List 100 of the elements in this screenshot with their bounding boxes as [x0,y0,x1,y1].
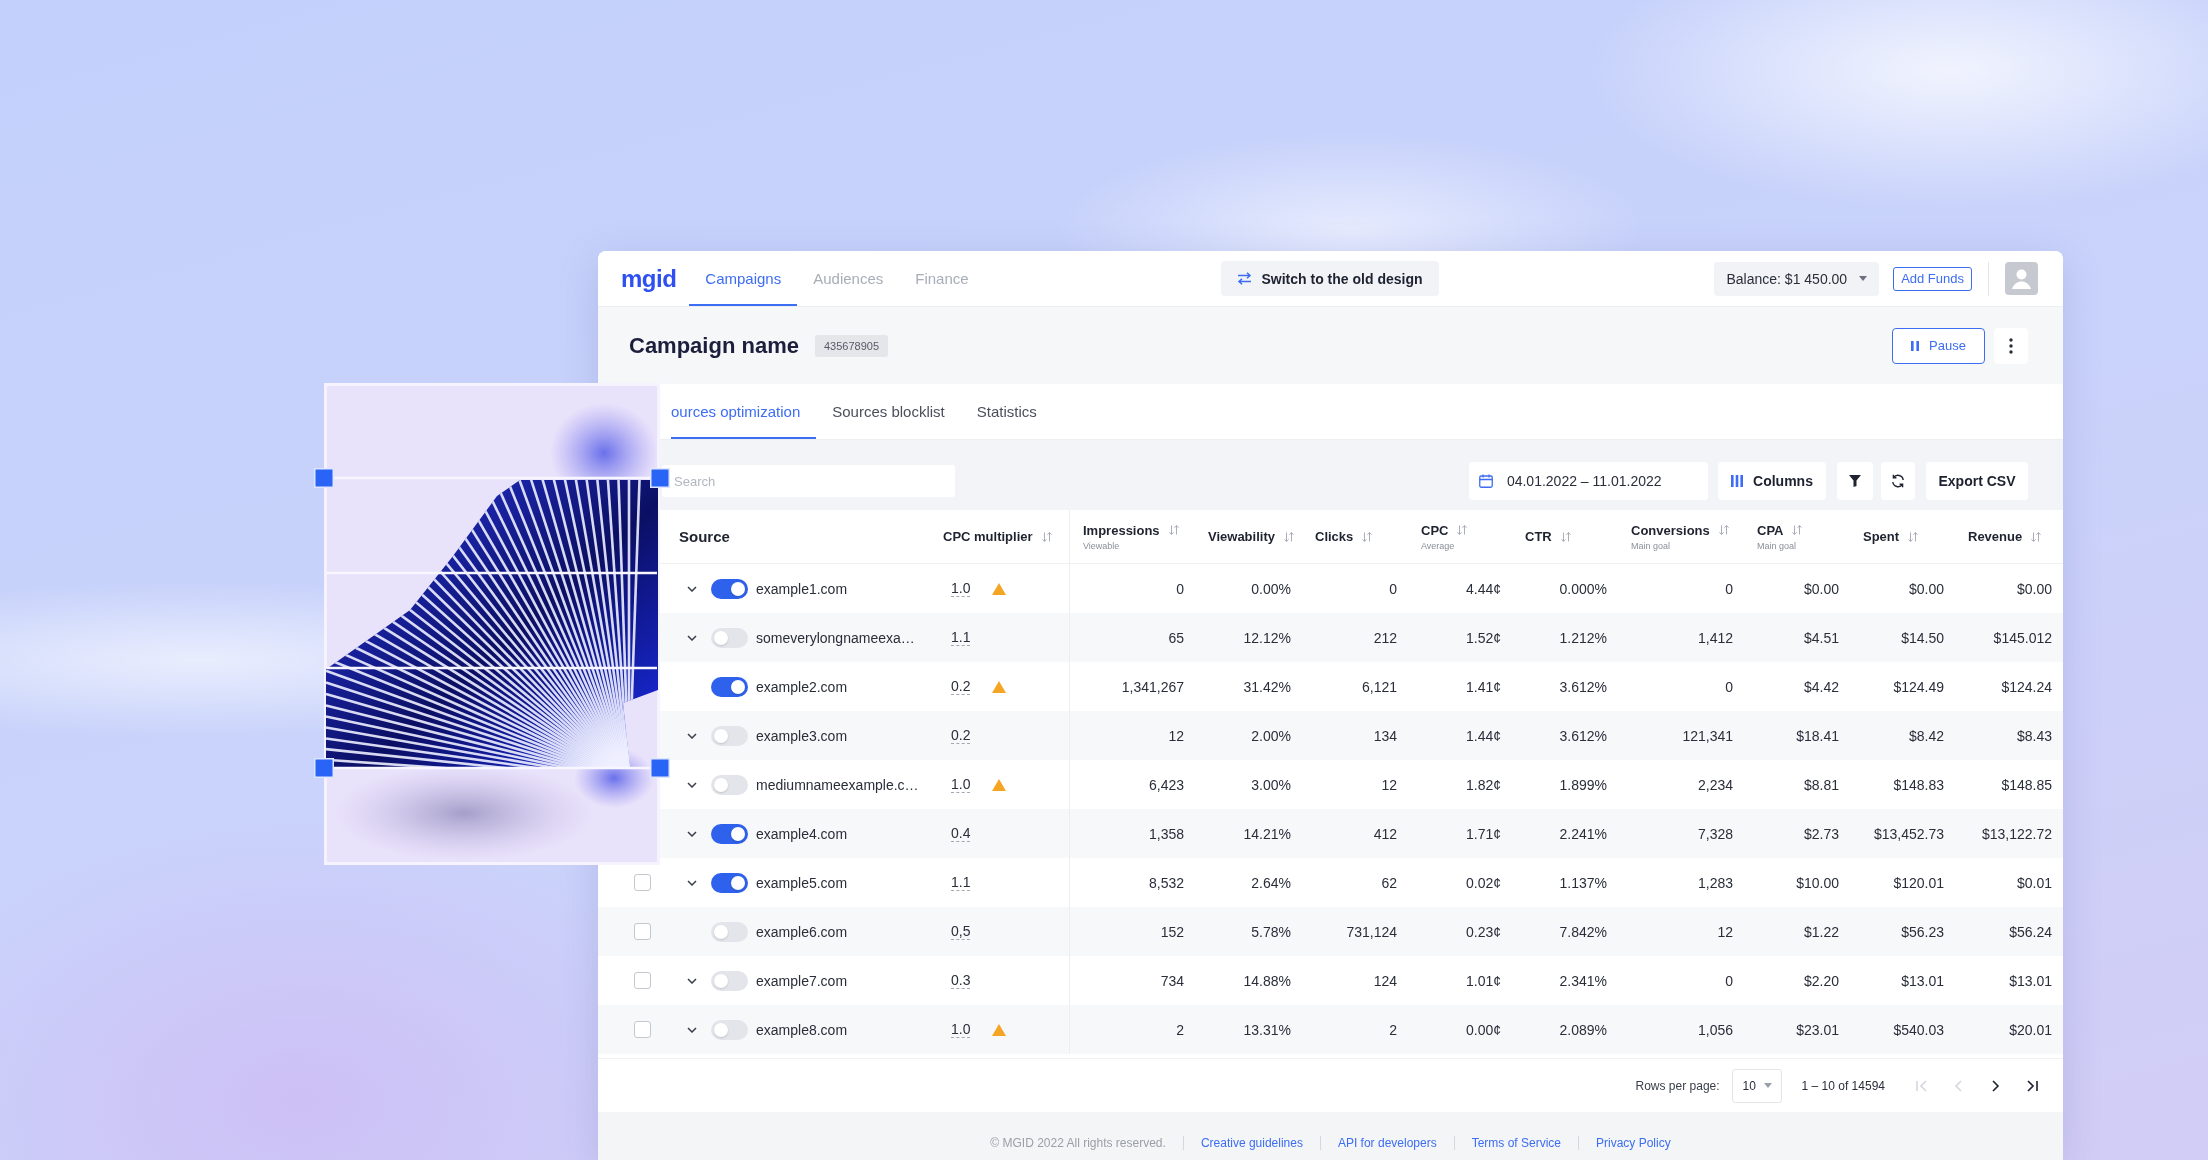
toggle-switch[interactable] [711,970,748,991]
toggle-switch[interactable] [711,1019,748,1040]
pause-button[interactable]: Pause [1892,327,1985,364]
table-cell: 7.842% [1559,923,1607,940]
cpc-multiplier-value[interactable]: 0.2 [951,727,971,744]
toggle-switch[interactable] [711,578,748,599]
refresh-button[interactable] [1881,462,1915,500]
checkbox[interactable] [634,874,651,891]
table-cell: 0.000% [1559,580,1607,597]
cpc-multiplier-value[interactable]: 1.1 [951,874,971,891]
table-cell: 1.52¢ [1465,629,1501,646]
sort-icon[interactable] [1792,525,1803,535]
footer-link[interactable]: API for developers [1337,1136,1437,1150]
cpc-multiplier-value[interactable]: 0,5 [951,923,971,940]
table-cell: 12 [1168,727,1184,744]
toggle-switch[interactable] [711,872,748,893]
source-name: mediumnameexample.c… [756,776,919,793]
table-cell: 124 [1373,972,1397,989]
export-csv-button[interactable]: Export CSV [1926,462,2028,500]
footer-link[interactable]: Terms of Service [1471,1136,1561,1150]
table-cell: 14.88% [1243,972,1291,989]
balance-dropdown[interactable]: Balance: $1 450.00 [1714,261,1880,296]
sort-icon[interactable] [1041,531,1052,542]
tab[interactable]: Sources blocklist [816,384,961,439]
table-cell: $2.20 [1803,972,1839,989]
date-range-field[interactable]: 04.01.2022 – 11.01.2022 [1469,462,1708,500]
toggle-switch[interactable] [711,627,748,648]
add-funds-button[interactable]: Add Funds [1893,266,1972,291]
table-cell: 1.212% [1559,629,1607,646]
source-name: someverylongnameexa… [756,629,915,646]
chevron-down-icon[interactable] [686,781,697,788]
table-cell: 1.41¢ [1465,678,1501,695]
table-cell: $120.01 [1893,874,1944,891]
toggle-switch[interactable] [711,676,748,697]
last-page-icon[interactable] [2027,1079,2038,1092]
chevron-down-icon[interactable] [686,634,697,641]
chevron-down-icon[interactable] [686,1026,697,1033]
table-cell: 2.00% [1251,727,1291,744]
refresh-icon [1891,474,1905,488]
chevron-down-icon[interactable] [686,585,697,592]
cpc-multiplier-value[interactable]: 1.0 [951,1021,971,1038]
table-cell: $2.73 [1803,825,1839,842]
table-cell: $8.43 [2016,727,2052,744]
table-cell: 731,124 [1346,923,1397,940]
cpc-multiplier-value[interactable]: 1.0 [951,776,971,793]
logo[interactable]: mgid [621,266,677,291]
table-cell: 1.899% [1559,776,1607,793]
sort-icon[interactable] [1283,531,1294,542]
table-cell: 8,532 [1148,874,1184,891]
table-cell: 0 [1725,678,1733,695]
column-subheader: Viewable [1083,540,1121,551]
sort-icon[interactable] [1560,531,1571,542]
sort-icon[interactable] [1908,531,1919,542]
chevron-down-icon[interactable] [686,830,697,837]
toggle-switch[interactable] [711,921,748,942]
table-cell: 2,234 [1697,776,1733,793]
table-cell: 12 [1381,776,1397,793]
cpc-multiplier-value[interactable]: 0.3 [951,972,971,989]
toggle-switch[interactable] [711,823,748,844]
table-cell: 0 [1176,580,1184,597]
sort-icon[interactable] [1718,525,1729,535]
table-cell: 6,423 [1148,776,1184,793]
footer-link[interactable]: Creative guidelines [1200,1136,1303,1150]
toggle-switch[interactable] [711,725,748,746]
sort-icon[interactable] [1168,525,1179,535]
sort-icon[interactable] [1362,531,1373,542]
search-field[interactable]: Search [662,465,955,497]
tab[interactable]: Statistics [960,384,1053,439]
sort-icon[interactable] [2031,531,2042,542]
more-button[interactable] [1994,327,2028,364]
filter-button[interactable] [1837,462,1873,500]
next-page-icon[interactable] [1990,1079,2001,1092]
table-cell: $540.03 [1893,1021,1944,1038]
chevron-down-icon[interactable] [686,977,697,984]
rows-per-page-select[interactable]: 10 [1731,1068,1782,1103]
toggle-switch[interactable] [711,774,748,795]
table-cell: $145.012 [1993,629,2052,646]
switch-design-button[interactable]: Switch to the old design [1220,261,1439,296]
sort-icon[interactable] [1457,525,1468,535]
cpc-multiplier-value[interactable]: 0.2 [951,678,971,695]
footer-link[interactable]: Privacy Policy [1596,1136,1671,1150]
cpc-multiplier-value[interactable]: 0.4 [951,825,971,842]
checkbox[interactable] [634,923,651,940]
cpc-multiplier-value[interactable]: 1.1 [951,629,971,646]
chevron-down-icon[interactable] [686,732,697,739]
checkbox[interactable] [634,1021,651,1038]
source-name: example1.com [756,580,848,597]
table-cell: 734 [1160,972,1184,989]
column-header: Source [679,528,730,545]
column-header: Clicks [1315,529,1354,544]
columns-button[interactable]: Columns [1718,462,1826,500]
avatar-icon[interactable] [2005,262,2038,295]
table-cell: 134 [1373,727,1397,744]
cpc-multiplier-value[interactable]: 1.0 [951,580,971,597]
chevron-down-icon[interactable] [686,879,697,886]
checkbox[interactable] [634,972,651,989]
pause-icon [1911,340,1920,351]
table-cell: 7,328 [1697,825,1733,842]
table-cell: $8.42 [1908,727,1944,744]
table-cell: $4.51 [1803,629,1839,646]
